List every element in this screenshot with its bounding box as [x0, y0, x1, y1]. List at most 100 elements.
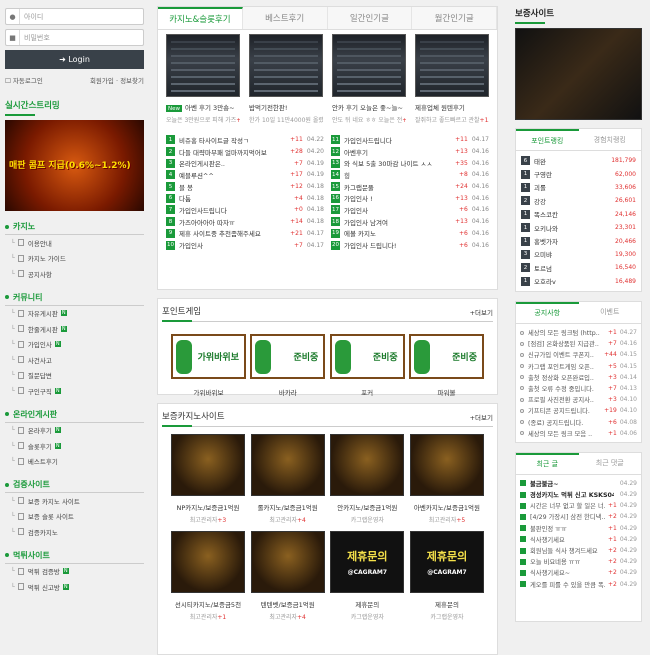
notice-tab-0[interactable]: 공지사항	[516, 301, 579, 323]
menu-item[interactable]: └ 카지노 가이드	[5, 251, 144, 267]
post-title[interactable]: 가입인사드립니다	[179, 205, 290, 215]
recent-tab-1[interactable]: 최근 댓글	[579, 453, 642, 474]
notice-title[interactable]: 세상의 모든 링크 모음 ..	[528, 429, 605, 438]
rank-user[interactable]: 태완	[534, 156, 611, 166]
tab-2[interactable]: 일간인기글	[327, 7, 413, 29]
tab-3[interactable]: 월간인기글	[412, 7, 497, 29]
casino-card[interactable]: 제휴문의 @CAGRAM7 제휴문의 카그랩운영자	[330, 531, 405, 621]
casino-image[interactable]	[330, 434, 405, 496]
recent-title[interactable]: 식사챙기세요	[530, 535, 605, 544]
point-game-card[interactable]: 가위바위보 가위바위보	[171, 334, 246, 397]
menu-item[interactable]: └ 온라후기 N	[5, 423, 144, 439]
post-title[interactable]: 가입인사	[344, 205, 455, 215]
rank-user[interactable]: 오호라v	[534, 276, 615, 286]
notice-tab-1[interactable]: 이벤트	[579, 302, 642, 323]
post-title[interactable]: 가입인사드립니다	[344, 135, 451, 145]
casino-card[interactable]: 선시티카지노/보증금5천 최고관리자+1	[171, 531, 245, 621]
casino-name[interactable]: 아벤카지노/보증금1억원	[410, 502, 484, 512]
id-field[interactable]: ● 아이디	[5, 8, 144, 25]
menu-category-4[interactable]: 먹튀사이트	[5, 550, 144, 564]
tab-0[interactable]: 카지노&슬롯후기	[158, 7, 243, 29]
thumbnail-title[interactable]: 제휴업체 원텐후기	[415, 102, 489, 112]
post-row[interactable]: 10 가입인사 +7 04.17	[166, 239, 324, 251]
casino-image[interactable]	[409, 434, 484, 496]
recent-row[interactable]: 불금불금~ 04.29	[516, 478, 641, 489]
casino-name[interactable]: 롤카지노/보증금1억원	[251, 502, 325, 512]
notice-row[interactable]: 출첫 정상화 오픈완료입.. +3 04.14	[516, 372, 641, 383]
casino-card[interactable]: NP카지노/보증금1억원 최고관리자+3	[171, 434, 245, 524]
post-title[interactable]: 다들 대략마부패 얼마까지먹어보	[179, 147, 286, 157]
post-title[interactable]: 가즈아아아아 따자ㅠ	[179, 217, 286, 227]
post-row[interactable]: 6 다툼 +4 04.18	[166, 192, 324, 204]
post-title[interactable]: 블 봉	[179, 182, 286, 192]
casino-card[interactable]: 텐텐벳/보증금1억원 최고관리자+4	[250, 531, 325, 621]
recent-title[interactable]: 회원님들 식사 챙겨드세요	[530, 546, 605, 555]
recent-row[interactable]: 시간은 너무 없고 할 일은 너.. +1 04.29	[516, 500, 641, 511]
notice-title[interactable]: 신규가입 이벤트 쿠폰지..	[528, 350, 601, 359]
rank-user[interactable]: 오키나와	[534, 223, 615, 233]
casino-card[interactable]: 아벤카지노/보증금1억원 최고관리자+5	[409, 434, 484, 524]
rank-user[interactable]: 홍벳가자	[534, 236, 615, 246]
post-row[interactable]: 3 온라인게시판은.. +7 04.19	[166, 157, 324, 169]
menu-item[interactable]: └ 한줄게시판 N	[5, 321, 144, 337]
point-game-more-link[interactable]: +더보기	[470, 307, 493, 317]
notice-row[interactable]: 세상의 모든 링크 모음 .. +1 04.06	[516, 428, 641, 439]
post-row[interactable]: 4 예블루션^^ +17 04.19	[166, 169, 324, 181]
casino-image[interactable]	[250, 434, 325, 496]
notice-row[interactable]: 카그랩 포인트게임 오픈.. +5 04.15	[516, 360, 641, 371]
menu-item[interactable]: └ 베스트후기	[5, 454, 144, 470]
menu-item[interactable]: └ 보증 카지노 사이트	[5, 493, 144, 509]
menu-item[interactable]: └ 가입인사 N	[5, 337, 144, 353]
notice-row[interactable]: (종료) 공지드립니다. +6 04.08	[516, 416, 641, 427]
thumbnail-card[interactable]: 안카 후기 오늘은 좋~늘~ 안도 뒤 네요 ㅎㅎ 오늘은 전+5	[332, 34, 406, 124]
signup-link[interactable]: 회원가입 · 정보찾기	[90, 75, 144, 85]
recent-row[interactable]: 오늘 비요네용 ㅠㅠ +2 04.29	[516, 556, 641, 567]
rank-row[interactable]: 2 토르넘 16,540	[516, 261, 641, 274]
post-title[interactable]: 다툼	[179, 193, 290, 203]
post-title[interactable]: 힝	[344, 170, 455, 180]
rank-tab-1[interactable]: 경험치랭킹	[579, 129, 642, 150]
thumbnail-image[interactable]	[415, 34, 489, 97]
rank-user[interactable]: 괴롤	[534, 182, 615, 192]
point-game-name[interactable]: 포커	[330, 387, 405, 397]
post-title[interactable]: 가입인사	[179, 240, 290, 250]
menu-category-0[interactable]: 카지노	[5, 221, 144, 235]
menu-item[interactable]: └ 질문답변	[5, 368, 144, 384]
rank-row[interactable]: 1 오호라v 16,489	[516, 275, 641, 288]
point-game-name[interactable]: 가위바위보	[171, 387, 246, 397]
post-title[interactable]: 제휴 사이트중 추천좀해주세요	[179, 228, 286, 238]
rank-row[interactable]: 3 으미뱌 19,300	[516, 248, 641, 261]
rank-row[interactable]: 1 괴롤 33,606	[516, 181, 641, 194]
notice-title[interactable]: 기프티콘 공지드립니다.	[528, 406, 601, 415]
login-button[interactable]: ➜ Login	[5, 50, 144, 69]
point-game-image[interactable]: 준비중	[408, 334, 484, 379]
menu-item[interactable]: └ 슬롯후기 N	[5, 438, 144, 454]
casino-name[interactable]: 텐텐벳/보증금1억원	[251, 599, 325, 609]
menu-item[interactable]: └ 이용안내	[5, 235, 144, 251]
menu-item[interactable]: └ 보증 슬롯 사이트	[5, 509, 144, 525]
rank-user[interactable]: 토르넘	[534, 263, 615, 273]
post-title[interactable]: 가입인사 남겨여	[344, 217, 451, 227]
post-row[interactable]: 8 가즈아아아아 따자ㅠ +14 04.18	[166, 216, 324, 228]
rank-user[interactable]: 으미뱌	[534, 249, 615, 259]
tab-1[interactable]: 베스트후기	[242, 7, 328, 29]
rank-row[interactable]: 6 태완 181,799	[516, 154, 641, 167]
recent-title[interactable]: 경성카지노 먹튀 신고 KSKS040..	[530, 490, 614, 499]
password-field[interactable]: ■ 비밀번호	[5, 29, 144, 46]
thumbnail-card[interactable]: 제휴업체 원텐후기잘쥐하고 좋드빠르고 관찰+13	[415, 34, 489, 124]
thumbnail-image[interactable]	[249, 34, 323, 97]
point-game-image[interactable]: 준비중	[329, 334, 405, 379]
post-row[interactable]: 20 가입인사 드립니다! +6 04.16	[331, 239, 489, 251]
casino-name[interactable]: 안카지노/보증금1억원	[330, 502, 404, 512]
post-title[interactable]: 아벤후기	[344, 147, 451, 157]
post-row[interactable]: 18 가입인사 남겨여 +13 04.16	[331, 216, 489, 228]
casino-name[interactable]: 제휴문의	[410, 599, 484, 609]
thumbnail-title[interactable]: 안카 후기 오늘은 좋~늘~	[332, 102, 406, 112]
post-row[interactable]: 17 가입인사 +6 04.16	[331, 204, 489, 216]
post-row[interactable]: 12 아벤후기 +13 04.16	[331, 146, 489, 158]
auto-login-checkbox[interactable]: ☐ 자동로그인	[5, 75, 43, 85]
stream-banner[interactable]: 매판 콤프 지급(0.6%~1.2%)	[5, 120, 144, 211]
casino-image[interactable]	[250, 531, 325, 593]
point-game-card[interactable]: 준비중 파워볼	[408, 334, 484, 397]
guarantee-banner[interactable]	[515, 28, 642, 120]
